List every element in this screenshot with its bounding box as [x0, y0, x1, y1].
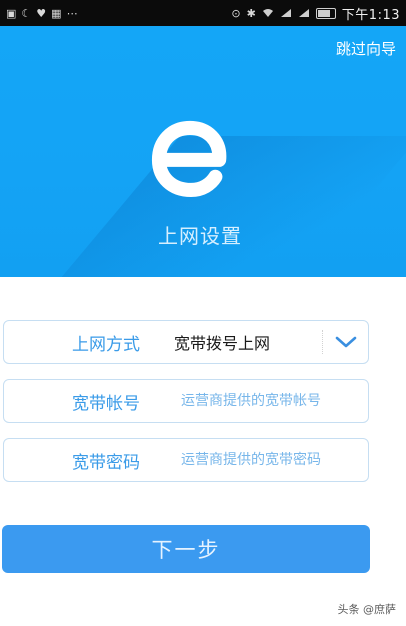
chevron-down-icon[interactable] — [335, 333, 357, 351]
photo-icon: ▦ — [51, 6, 62, 20]
status-bar-right: ⊙ ✱ 下午1:13 — [231, 4, 400, 23]
account-label: 宽带帐号 — [72, 393, 140, 414]
heart-icon: ♥ — [36, 6, 47, 20]
settings-icon: ☾ — [21, 6, 32, 20]
signal-icon — [298, 8, 310, 18]
password-input[interactable] — [179, 451, 363, 469]
connection-type-value: 宽带拨号上网 — [174, 334, 271, 353]
watermark: 头条 @庶萨 — [337, 603, 397, 616]
wifi-icon — [262, 8, 274, 18]
location-icon: ⊙ — [231, 6, 241, 20]
status-bar: ▣ ☾ ♥ ▦ ⋯ ⊙ ✱ 下午1:13 — [0, 0, 406, 26]
account-field[interactable]: 宽带帐号 — [3, 379, 369, 423]
status-bar-left: ▣ ☾ ♥ ▦ ⋯ — [6, 8, 78, 19]
connection-type-label: 上网方式 — [72, 334, 140, 355]
app-icon: ▣ — [6, 6, 17, 20]
page-title: 上网设置 — [158, 224, 242, 248]
connection-type-select[interactable]: 上网方式 宽带拨号上网 — [3, 320, 369, 364]
account-input[interactable] — [179, 392, 363, 410]
dots-icon: ⋯ — [66, 6, 78, 20]
next-button[interactable]: 下一步 — [2, 525, 370, 573]
battery-icon — [315, 7, 336, 19]
field-divider — [322, 330, 323, 354]
signal-icon — [280, 8, 292, 18]
skip-wizard-link[interactable]: 跳过向导 — [336, 38, 396, 59]
alarm-icon: ✱ — [246, 6, 256, 20]
status-time: 下午1:13 — [341, 7, 400, 23]
logo-e-icon — [151, 120, 227, 198]
password-label: 宽带密码 — [72, 452, 140, 473]
header-banner: 跳过向导 上网设置 — [0, 26, 406, 277]
password-field[interactable]: 宽带密码 — [3, 438, 369, 482]
